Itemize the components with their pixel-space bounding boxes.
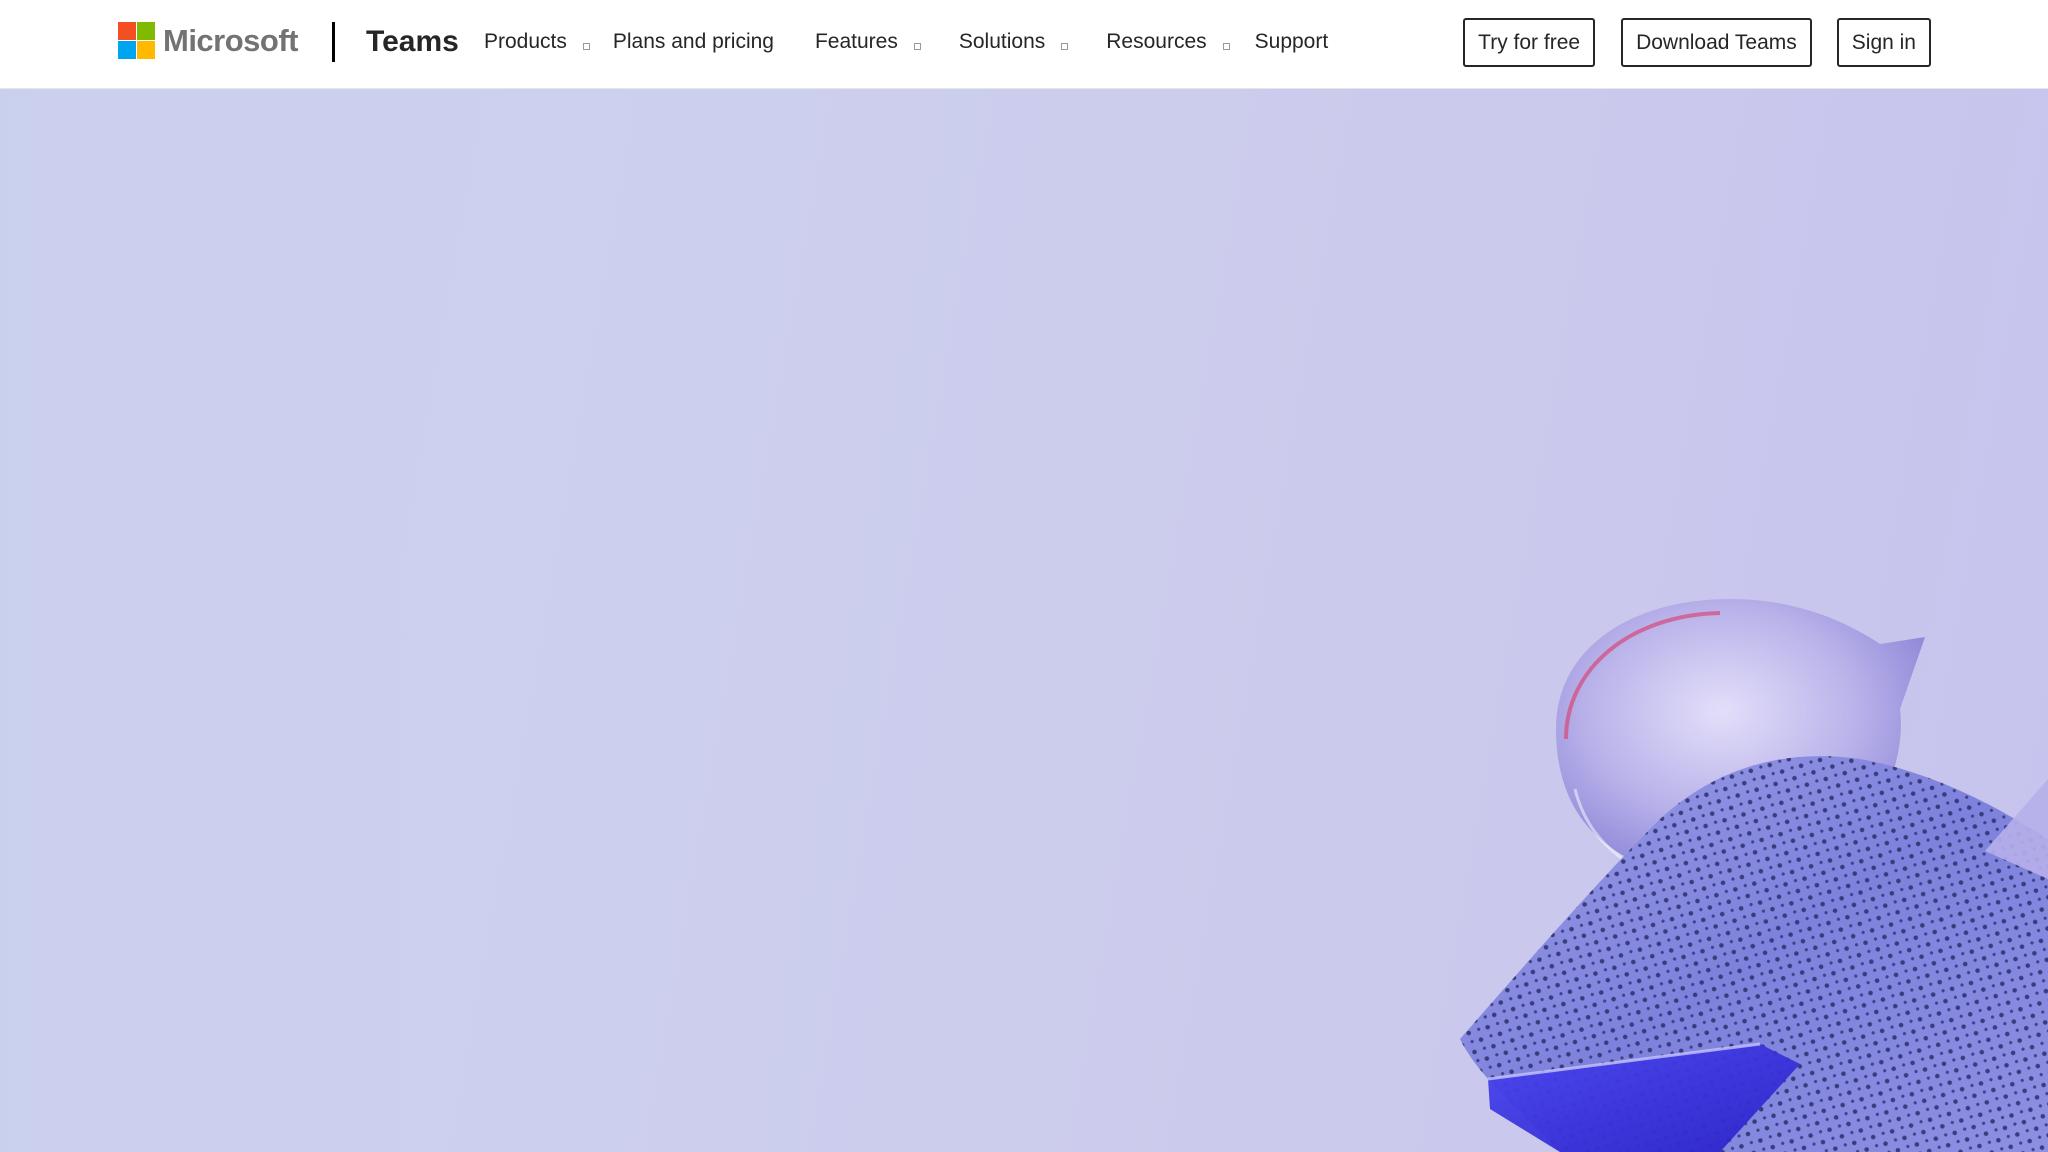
nav-item-features[interactable]: Features [815, 30, 921, 54]
teams-product-link[interactable]: Teams [366, 22, 459, 62]
chevron-down-icon [582, 42, 590, 50]
try-for-free-button[interactable]: Try for free [1463, 18, 1596, 67]
hero-left-glow [0, 89, 420, 1152]
hero-decorative-shapes [0, 89, 2048, 1152]
chevron-down-icon [913, 42, 921, 50]
main-nav: Products Plans and pricing Features Solu… [484, 22, 1328, 62]
nav-item-products[interactable]: Products [484, 30, 590, 54]
nav-item-support[interactable]: Support [1255, 30, 1329, 54]
nav-item-resources[interactable]: Resources [1106, 30, 1230, 54]
microsoft-logo-link[interactable]: Microsoft [118, 22, 299, 59]
header-actions: Try for free Download Teams Sign in [1463, 18, 1931, 67]
chevron-down-icon [1222, 42, 1230, 50]
nav-item-label: Products [484, 30, 567, 53]
nav-item-solutions[interactable]: Solutions [958, 30, 1069, 54]
nav-item-label: Support [1254, 30, 1329, 53]
sign-in-button[interactable]: Sign in [1836, 18, 1931, 67]
nav-item-label: Solutions [958, 30, 1046, 53]
site-header: Microsoft Teams Products Plans and prici… [0, 0, 2048, 89]
hero-section [0, 89, 2048, 1152]
microsoft-logo-icon [118, 22, 155, 59]
nav-item-label: Features [814, 30, 898, 53]
nav-item-label: Resources [1106, 30, 1207, 53]
brand-divider [332, 22, 335, 62]
chevron-down-icon [1061, 42, 1069, 50]
nav-item-plans-and-pricing[interactable]: Plans and pricing [613, 30, 774, 54]
download-teams-button[interactable]: Download Teams [1621, 18, 1812, 67]
nav-item-label: Plans and pricing [612, 30, 774, 53]
microsoft-wordmark: Microsoft [163, 22, 299, 58]
